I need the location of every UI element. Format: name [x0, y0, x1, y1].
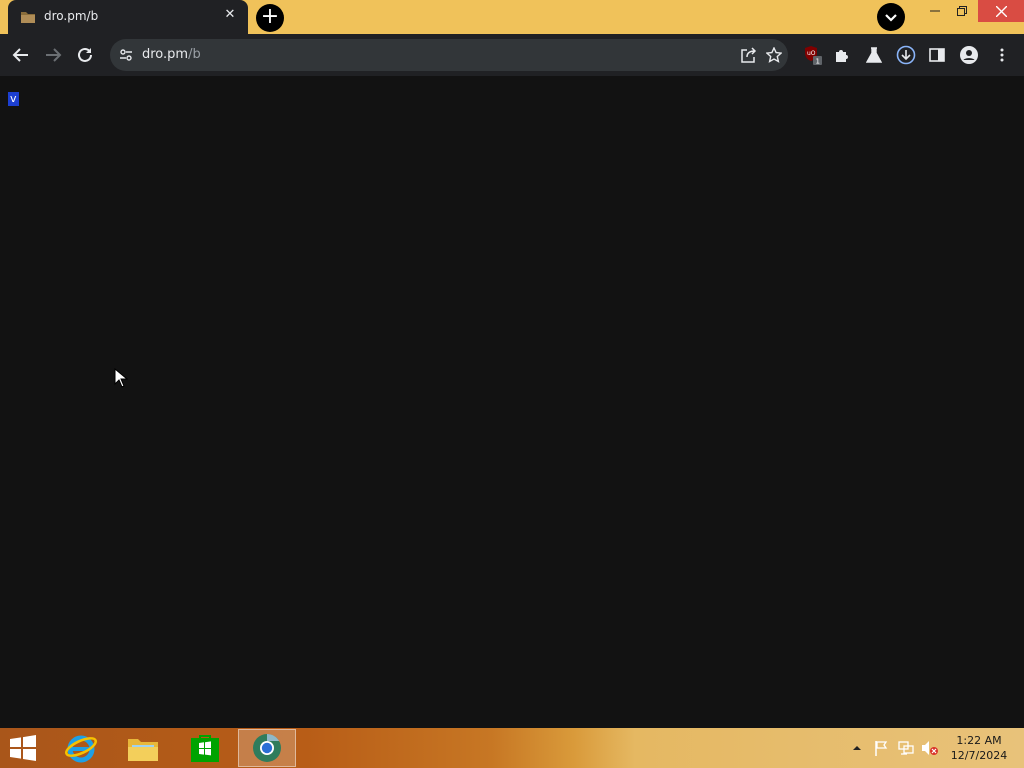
tab-close-button[interactable]: ✕	[222, 7, 238, 23]
internet-explorer-icon	[65, 735, 97, 763]
network-tray[interactable]	[897, 739, 915, 757]
ublock-icon: uO 1	[805, 46, 822, 66]
show-hidden-icons-button[interactable]	[848, 739, 866, 757]
taskbar-internet-explorer[interactable]	[52, 729, 110, 767]
store-icon	[191, 735, 219, 762]
address-host: dro.pm	[142, 47, 189, 62]
chevron-down-icon	[885, 14, 897, 22]
action-center-tray[interactable]	[872, 739, 890, 757]
page-content: v	[0, 76, 1024, 728]
start-button[interactable]	[6, 734, 40, 762]
browser-tab[interactable]: dro.pm/b ✕	[8, 0, 248, 34]
selected-text[interactable]: v	[8, 92, 19, 106]
volume-muted-icon	[922, 741, 938, 755]
new-tab-button[interactable]: +	[256, 4, 284, 32]
svg-text:uO: uO	[807, 50, 816, 57]
restore-button[interactable]	[945, 0, 979, 22]
profile-button[interactable]	[956, 42, 982, 68]
labs-button[interactable]	[861, 42, 887, 68]
taskbar-clock[interactable]: 1:22 AM 12/7/2024	[946, 733, 1012, 763]
tab-search-button[interactable]	[877, 3, 905, 31]
download-icon	[896, 45, 916, 65]
star-icon	[766, 47, 782, 63]
close-window-button[interactable]	[978, 0, 1024, 22]
clock-time: 1:22 AM	[956, 734, 1002, 747]
tab-title: dro.pm/b	[44, 9, 99, 23]
taskbar-file-explorer[interactable]	[114, 729, 172, 767]
extensions-button[interactable]	[829, 42, 855, 68]
share-icon	[741, 47, 757, 63]
taskbar-chrome[interactable]	[238, 729, 296, 767]
network-icon	[898, 741, 914, 755]
windows-logo-icon	[10, 735, 36, 761]
extension-badge: 1	[816, 58, 820, 66]
browser-title-bar: dro.pm/b ✕ +	[0, 0, 1024, 34]
browser-toolbar: dro.pm/b uO 1	[0, 34, 1024, 76]
download-button[interactable]	[893, 42, 919, 68]
extensions-icon	[836, 50, 848, 62]
flag-icon	[875, 741, 888, 756]
address-path: /b	[188, 47, 201, 62]
reload-icon	[78, 47, 92, 62]
forward-icon	[46, 48, 62, 62]
menu-icon	[1000, 48, 1004, 62]
file-explorer-icon	[128, 739, 158, 761]
reload-button[interactable]	[72, 42, 98, 68]
back-button[interactable]	[8, 42, 34, 68]
volume-tray[interactable]	[921, 739, 939, 757]
taskbar-store[interactable]	[176, 729, 234, 767]
close-icon	[995, 5, 1007, 17]
address-url: dro.pm/b	[142, 47, 201, 62]
restore-icon	[957, 6, 967, 16]
forward-button[interactable]	[40, 42, 66, 68]
bookmark-button[interactable]	[761, 42, 787, 68]
share-button[interactable]	[736, 42, 762, 68]
ublock-extension-button[interactable]: uO 1	[800, 42, 826, 68]
profile-icon	[960, 46, 978, 64]
back-icon	[12, 48, 28, 62]
chrome-icon	[253, 734, 281, 762]
taskbar: 1:22 AM 12/7/2024	[0, 728, 1024, 768]
side-panel-icon	[929, 48, 945, 62]
site-info-icon[interactable]	[119, 48, 133, 62]
minimize-icon	[930, 10, 940, 12]
chevron-up-icon	[853, 746, 861, 750]
address-bar[interactable]: dro.pm/b	[110, 39, 788, 71]
menu-button[interactable]	[989, 42, 1015, 68]
mouse-cursor-icon	[114, 368, 128, 388]
side-panel-button[interactable]	[924, 42, 950, 68]
labs-icon	[866, 47, 882, 63]
clock-date: 12/7/2024	[950, 749, 1008, 762]
folder-icon	[21, 12, 35, 23]
